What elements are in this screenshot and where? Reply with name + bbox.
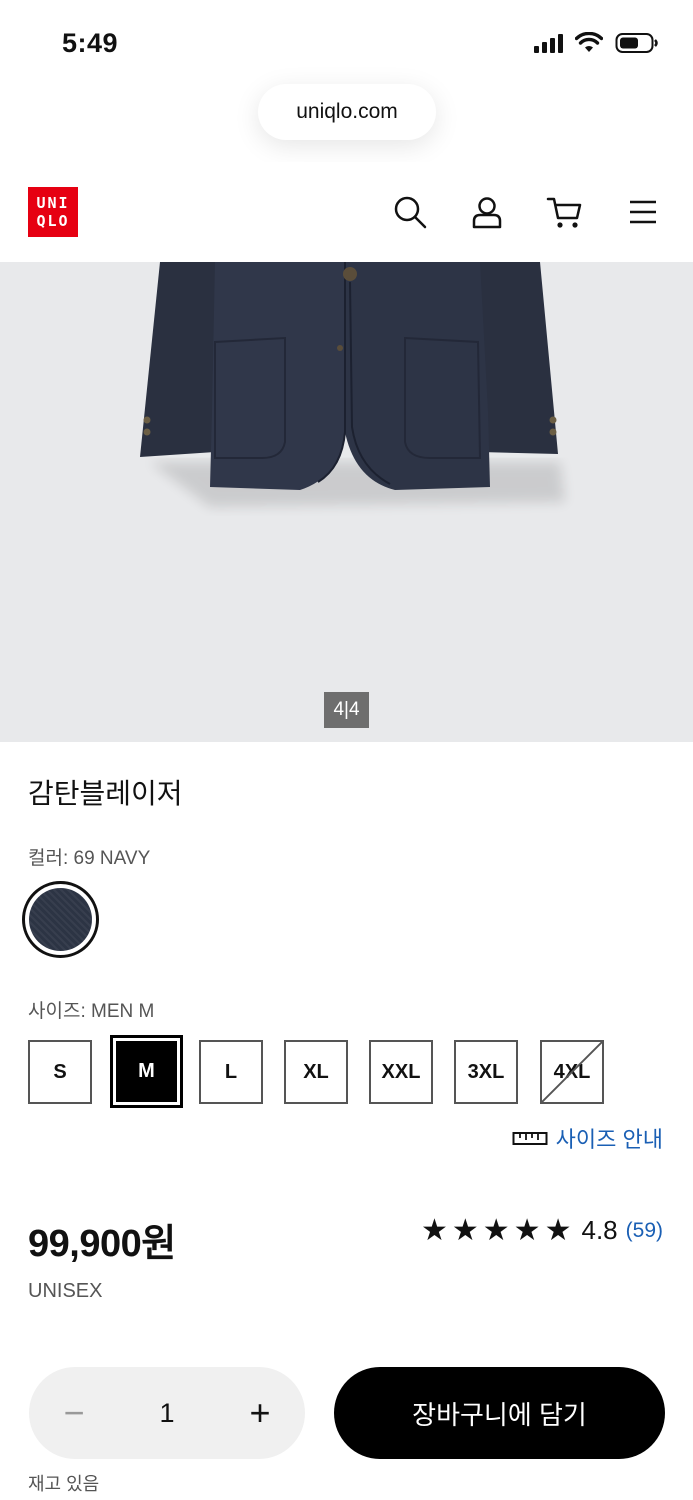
status-icons bbox=[534, 32, 659, 54]
quantity-value: 1 bbox=[159, 1398, 175, 1428]
status-bar: 5:49 bbox=[0, 0, 693, 84]
size-guide-label: 사이즈 안내 bbox=[555, 1127, 663, 1152]
ruler-icon bbox=[512, 1132, 548, 1145]
product-image-gallery[interactable]: 4|4 bbox=[0, 262, 693, 742]
stock-status: 재고 있음 bbox=[28, 1474, 100, 1494]
size-option-4xl[interactable]: 4XL bbox=[540, 1040, 604, 1104]
color-label: 컬러: 69 NAVY bbox=[28, 848, 151, 869]
add-to-cart-label: 장바구니에 담기 bbox=[412, 1399, 587, 1430]
status-time: 5:49 bbox=[62, 28, 119, 58]
product-price: 99,900원 bbox=[28, 1223, 176, 1265]
size-option-label: XL bbox=[303, 1060, 329, 1083]
size-option-label: M bbox=[138, 1060, 155, 1082]
cellular-signal-icon bbox=[534, 33, 563, 53]
review-count-link[interactable]: (59) bbox=[626, 1219, 663, 1243]
size-option-label: L bbox=[224, 1060, 238, 1083]
image-counter: 4|4 bbox=[324, 692, 369, 728]
product-title: 감탄블레이저 bbox=[28, 778, 183, 809]
size-option-s[interactable]: S bbox=[28, 1040, 92, 1104]
battery-icon bbox=[615, 33, 658, 53]
size-option-3xl[interactable]: 3XL bbox=[454, 1040, 518, 1104]
search-icon[interactable] bbox=[392, 194, 428, 230]
size-option-xl[interactable]: XL bbox=[284, 1040, 348, 1104]
decrease-quantity-button[interactable]: − bbox=[59, 1391, 89, 1435]
url-text: uniqlo.com bbox=[296, 100, 398, 123]
address-bar[interactable]: uniqlo.com bbox=[258, 84, 436, 140]
size-guide-link[interactable]: 사이즈 안내 bbox=[512, 1122, 663, 1154]
cart-icon[interactable] bbox=[546, 194, 582, 230]
unavailable-slash-icon bbox=[542, 1042, 602, 1102]
uniqlo-logo[interactable]: UNI QLO bbox=[28, 187, 78, 237]
quantity-stepper: − 1 + bbox=[29, 1367, 305, 1459]
wifi-icon bbox=[575, 32, 603, 52]
menu-icon[interactable] bbox=[625, 194, 661, 230]
swatch-fill bbox=[29, 888, 92, 951]
increase-quantity-button[interactable]: + bbox=[243, 1391, 277, 1435]
account-icon[interactable] bbox=[469, 194, 505, 230]
blazer-image bbox=[140, 262, 565, 507]
star-rating-icons: ★★★★★ bbox=[421, 1214, 576, 1247]
add-to-cart-button[interactable]: 장바구니에 담기 bbox=[334, 1367, 665, 1459]
size-option-l[interactable]: L bbox=[199, 1040, 263, 1104]
size-option-label: S bbox=[53, 1060, 67, 1083]
size-label: 사이즈: MEN M bbox=[28, 1001, 155, 1022]
size-option-m[interactable]: M bbox=[110, 1035, 183, 1108]
site-header: UNI QLO bbox=[0, 162, 693, 262]
color-swatch-navy[interactable] bbox=[22, 881, 99, 958]
product-rating[interactable]: ★★★★★ 4.8 (59) bbox=[421, 1213, 663, 1248]
size-option-xxl[interactable]: XXL bbox=[369, 1040, 433, 1104]
size-option-label: XXL bbox=[381, 1060, 421, 1083]
size-option-label: 3XL bbox=[467, 1060, 505, 1083]
rating-value: 4.8 bbox=[581, 1215, 618, 1245]
product-gender: UNISEX bbox=[28, 1280, 103, 1302]
logo-text-bottom: QLO bbox=[36, 212, 70, 230]
logo-text-top: UNI bbox=[36, 194, 70, 212]
